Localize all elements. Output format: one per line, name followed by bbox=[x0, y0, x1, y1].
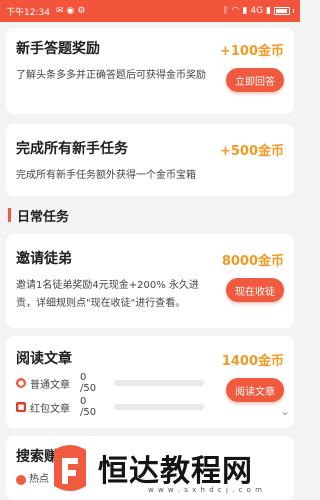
task-title: 邀请徒弟 bbox=[16, 251, 72, 267]
task-title: 阅读文章 bbox=[16, 351, 72, 367]
signal-icon: ▮ bbox=[242, 5, 248, 16]
article-icon: ● bbox=[16, 378, 26, 388]
progress-row-redpacket: ■ 红包文章 0 /50 bbox=[16, 396, 102, 418]
task-reward: +100金币 bbox=[219, 44, 284, 59]
notification-icon: ✉ bbox=[55, 5, 64, 16]
progress-count: 0 /50 bbox=[80, 372, 97, 394]
battery-icon bbox=[274, 7, 290, 15]
network-type: 4G bbox=[250, 5, 264, 16]
daily-tasks-header: 日常任务 bbox=[0, 202, 300, 228]
task-desc-line2: 贡，详细规则点"现在收徒"进行查看。 bbox=[16, 298, 186, 309]
progress-track-normal bbox=[114, 380, 204, 386]
task-desc: 完成所有新手任务额外获得一个金币宝箱 bbox=[16, 170, 196, 181]
settings-icon: ⚙ bbox=[77, 5, 86, 16]
section-title: 日常任务 bbox=[17, 209, 70, 225]
invite-now-button[interactable]: 现在收徒 bbox=[226, 278, 284, 302]
task-card-read: 阅读文章 1400金币 ● 普通文章 0 /50 ■ 红包文章 0 /50 阅读… bbox=[6, 336, 294, 428]
status-time: 下午12:34 bbox=[6, 7, 50, 18]
bluetooth-icon: ᛒ bbox=[223, 5, 229, 16]
chevron-down-icon: ⌄ bbox=[279, 404, 290, 418]
task-reward: 1400金币 bbox=[221, 354, 284, 369]
progress-count: 0 /50 bbox=[80, 396, 97, 418]
task-desc: 了解头条多多并正确答题后可获得金币奖励 bbox=[16, 70, 206, 81]
wifi-icon: ◠ bbox=[231, 5, 240, 16]
task-card-all-newbie: 完成所有新手任务 +500金币 完成所有新手任务额外获得一个金币宝箱 bbox=[6, 124, 294, 196]
watermark-text: 恒达教程网 bbox=[98, 454, 253, 489]
read-articles-button[interactable]: 阅读文章 bbox=[226, 378, 284, 402]
task-title: 完成所有新手任务 bbox=[16, 141, 128, 157]
progress-track-redpacket bbox=[114, 404, 204, 410]
watermark-url: w w w . s x h d c j . c o m bbox=[148, 486, 263, 494]
watermark-logo-icon bbox=[54, 445, 86, 491]
task-title: 新手答题奖励 bbox=[16, 41, 100, 57]
progress-row-normal: ● 普通文章 0 /50 bbox=[16, 372, 102, 394]
task-card-invite: 邀请徒弟 8000金币 邀请1名徒弟奖励4元现金+200% 永久进 贡，详细规则… bbox=[6, 234, 294, 328]
task-subtitle: 热点 bbox=[16, 472, 49, 488]
task-reward: 8000金币 bbox=[221, 254, 284, 269]
task-reward: +500金币 bbox=[219, 144, 284, 159]
answer-now-button[interactable]: 立即回答 bbox=[226, 68, 284, 92]
signal-icon-2: ▮ bbox=[266, 5, 271, 16]
progress-label: 红包文章 bbox=[30, 403, 70, 415]
hot-icon bbox=[16, 475, 26, 485]
section-accent-bar bbox=[8, 208, 11, 222]
task-desc-line1: 邀请1名徒弟奖励4元现金+200% 永久进 bbox=[16, 280, 199, 291]
red-packet-icon: ■ bbox=[16, 402, 26, 412]
progress-label: 普通文章 bbox=[30, 379, 70, 391]
android-icon: ◉ bbox=[66, 5, 75, 16]
watermark: 恒达教程网 w w w . s x h d c j . c o m bbox=[48, 438, 298, 498]
status-bar: 下午12:34 ✉ ◉ ⚙ ᛒ ◠ ▮ 4G ▮ bbox=[0, 0, 300, 22]
task-card-quiz: 新手答题奖励 +100金币 了解头条多多并正确答题后可获得金币奖励 立即回答 bbox=[6, 28, 294, 114]
